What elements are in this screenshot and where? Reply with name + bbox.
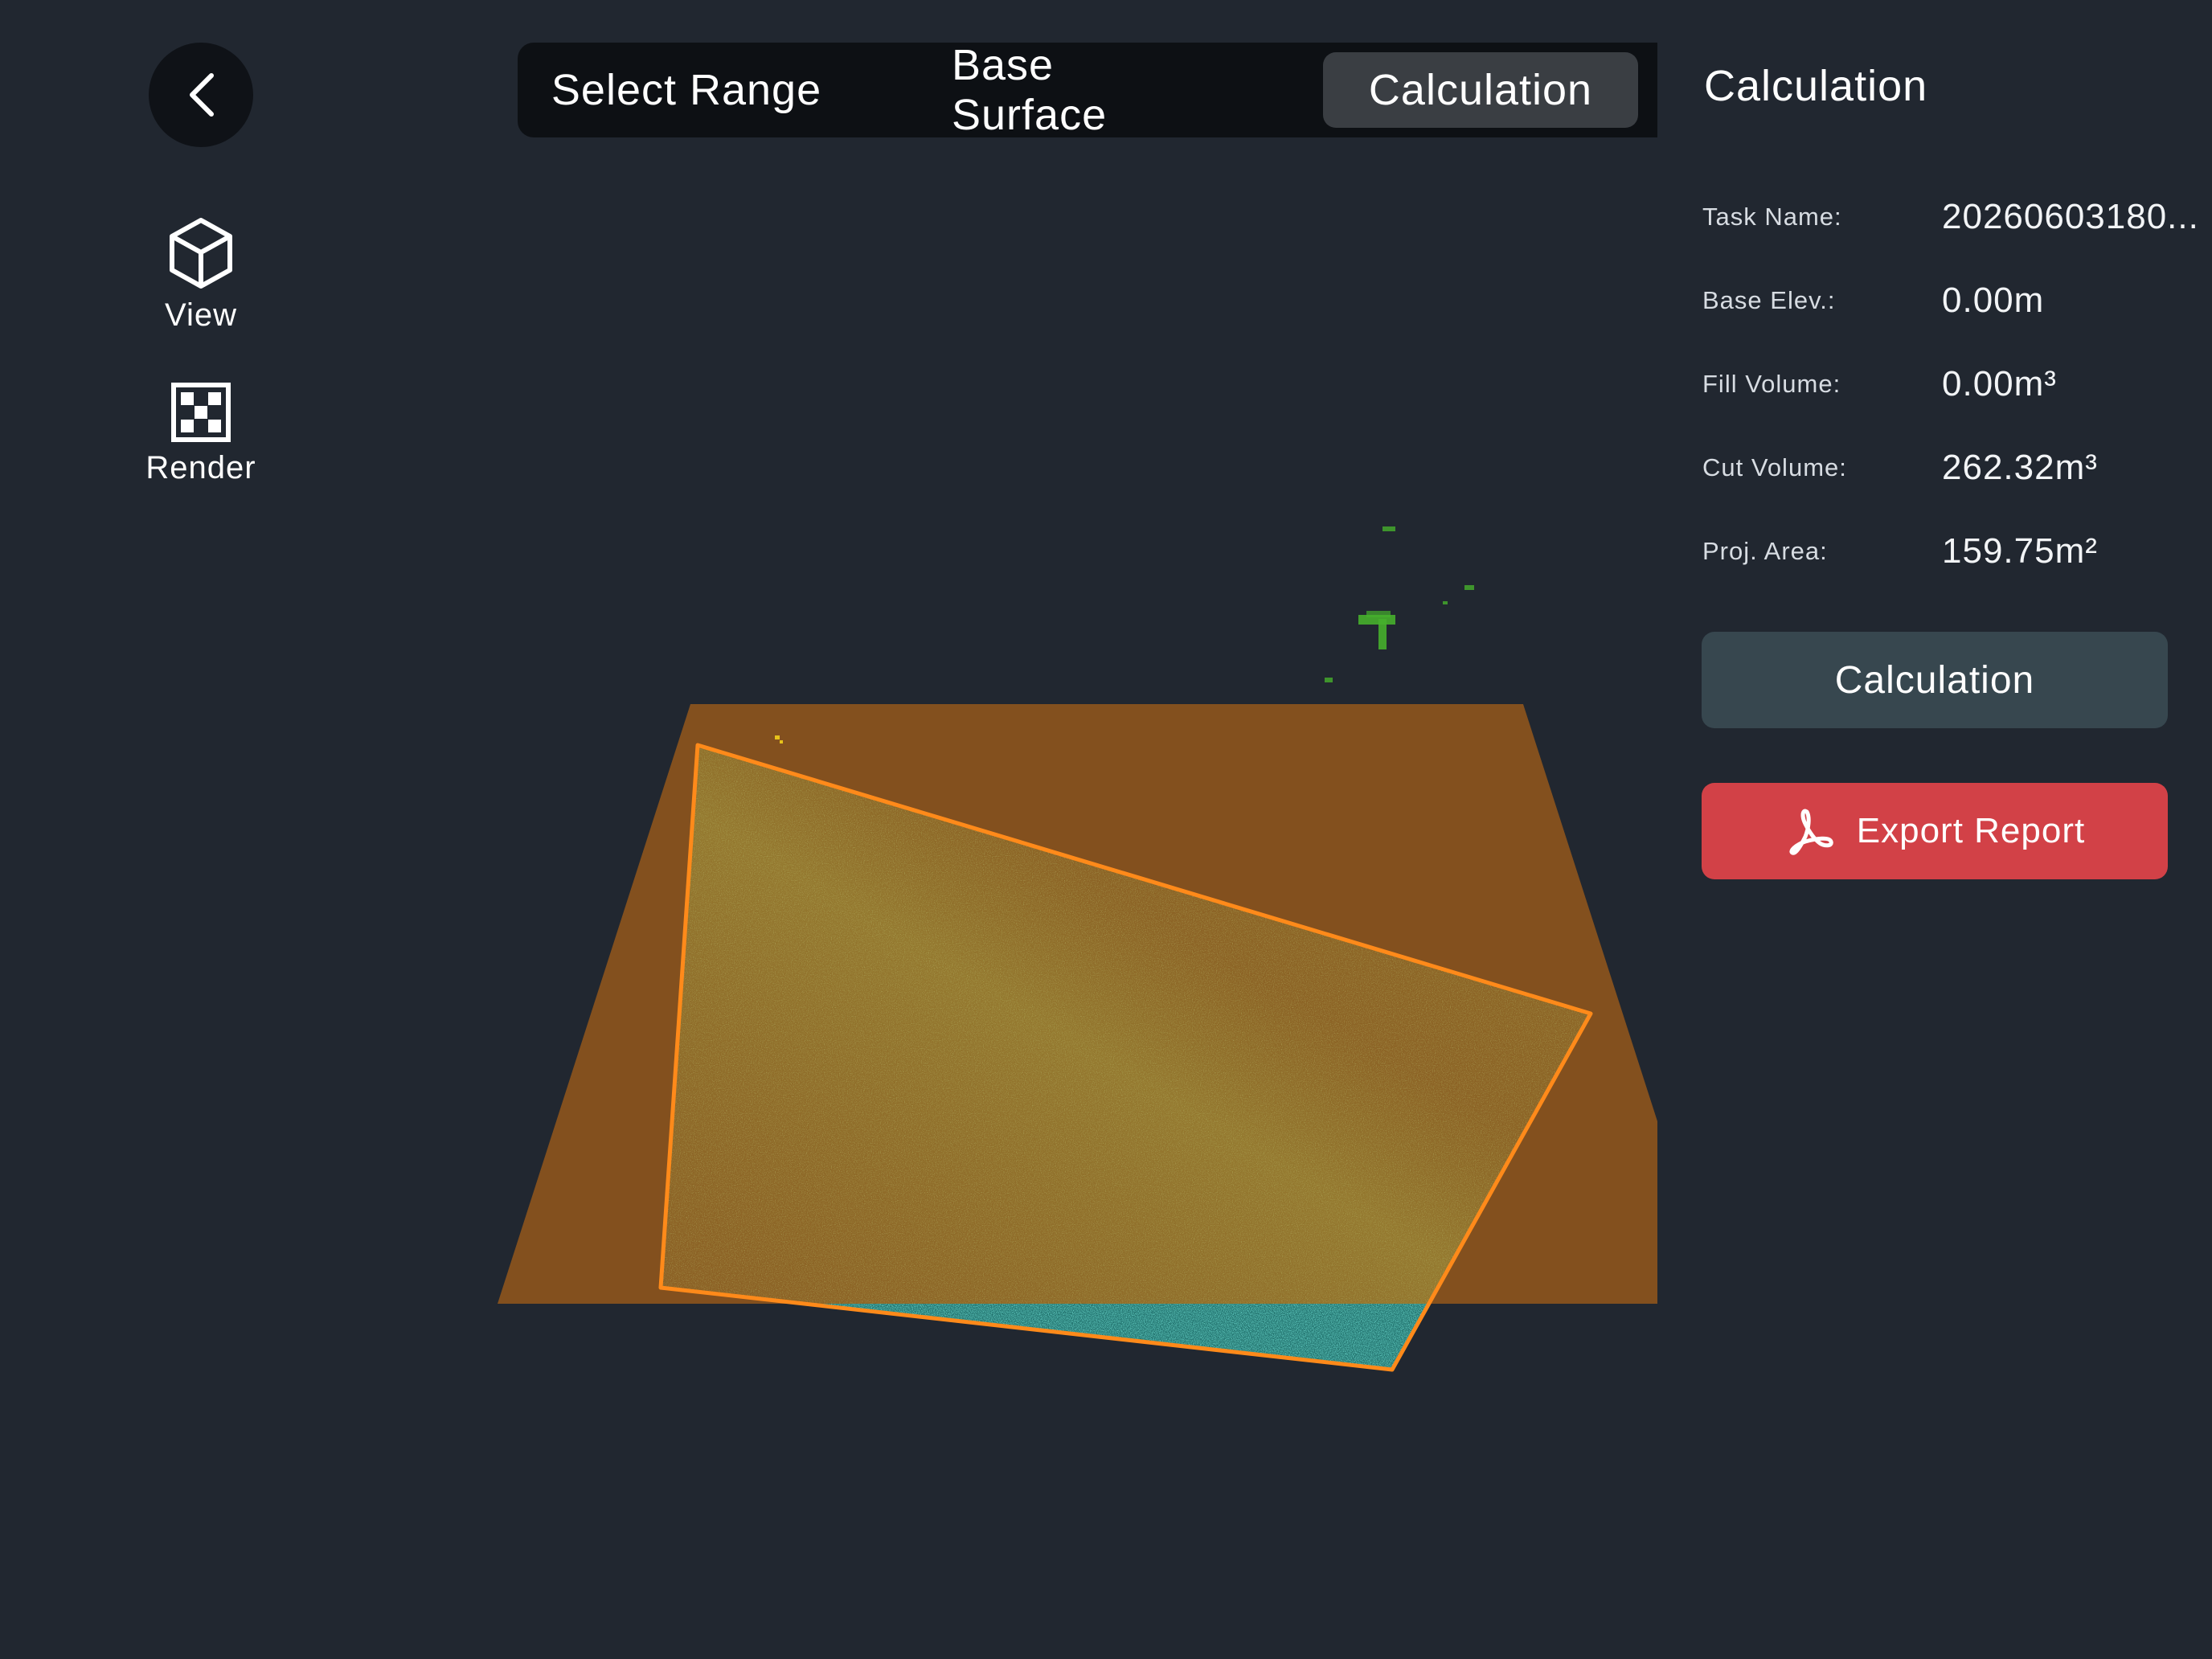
export-report-label: Export Report <box>1856 811 2086 850</box>
fill-volume-row: Fill Volume: 0.00m³ <box>1702 356 2209 412</box>
cube-icon <box>167 217 235 289</box>
base-elevation-value: 0.00m <box>1942 281 2045 320</box>
task-name-value: 20260603180... <box>1942 197 2199 236</box>
render-tool-label: Render <box>145 450 256 485</box>
render-tool-button[interactable]: Render <box>121 383 281 486</box>
fill-volume-label: Fill Volume: <box>1702 370 1841 398</box>
task-name-row: Task Name: 20260603180... <box>1702 189 2209 245</box>
fill-volume-value: 0.00m³ <box>1942 364 2057 403</box>
checker-icon <box>171 383 231 442</box>
calculation-button[interactable]: Calculation <box>1702 632 2168 728</box>
tab-base-surface[interactable]: Base Surface <box>952 41 1196 139</box>
step-tabs: Select Range Base Surface Calculation <box>518 41 1657 139</box>
task-name-label: Task Name: <box>1702 203 1842 231</box>
cut-volume-value: 262.32m³ <box>1942 448 2098 487</box>
chevron-left-icon <box>182 71 219 119</box>
pdf-icon <box>1784 806 1836 856</box>
cut-volume-label: Cut Volume: <box>1702 453 1847 481</box>
calculation-panel: Calculation Task Name: 20260603180... Ba… <box>1657 0 2212 1659</box>
projected-area-value: 159.75m² <box>1942 531 2098 571</box>
cut-volume-row: Cut Volume: 262.32m³ <box>1702 440 2209 496</box>
projected-area-label: Proj. Area: <box>1702 537 1828 565</box>
export-report-button[interactable]: Export Report <box>1702 783 2168 879</box>
panel-title: Calculation <box>1704 62 1928 110</box>
back-button[interactable] <box>149 43 253 147</box>
tab-calculation[interactable]: Calculation <box>1323 52 1638 128</box>
base-elevation-row: Base Elev.: 0.00m <box>1702 272 2209 329</box>
view-tool-button[interactable]: View <box>121 217 281 334</box>
app-root: View Render Select Range Base Surface Ca… <box>0 0 2212 1659</box>
below-plane-points <box>661 1304 1591 1370</box>
base-elevation-label: Base Elev.: <box>1702 286 1836 314</box>
view-tool-label: View <box>165 297 237 333</box>
tab-select-range[interactable]: Select Range <box>550 52 823 128</box>
projected-area-row: Proj. Area: 159.75m² <box>1702 523 2209 580</box>
